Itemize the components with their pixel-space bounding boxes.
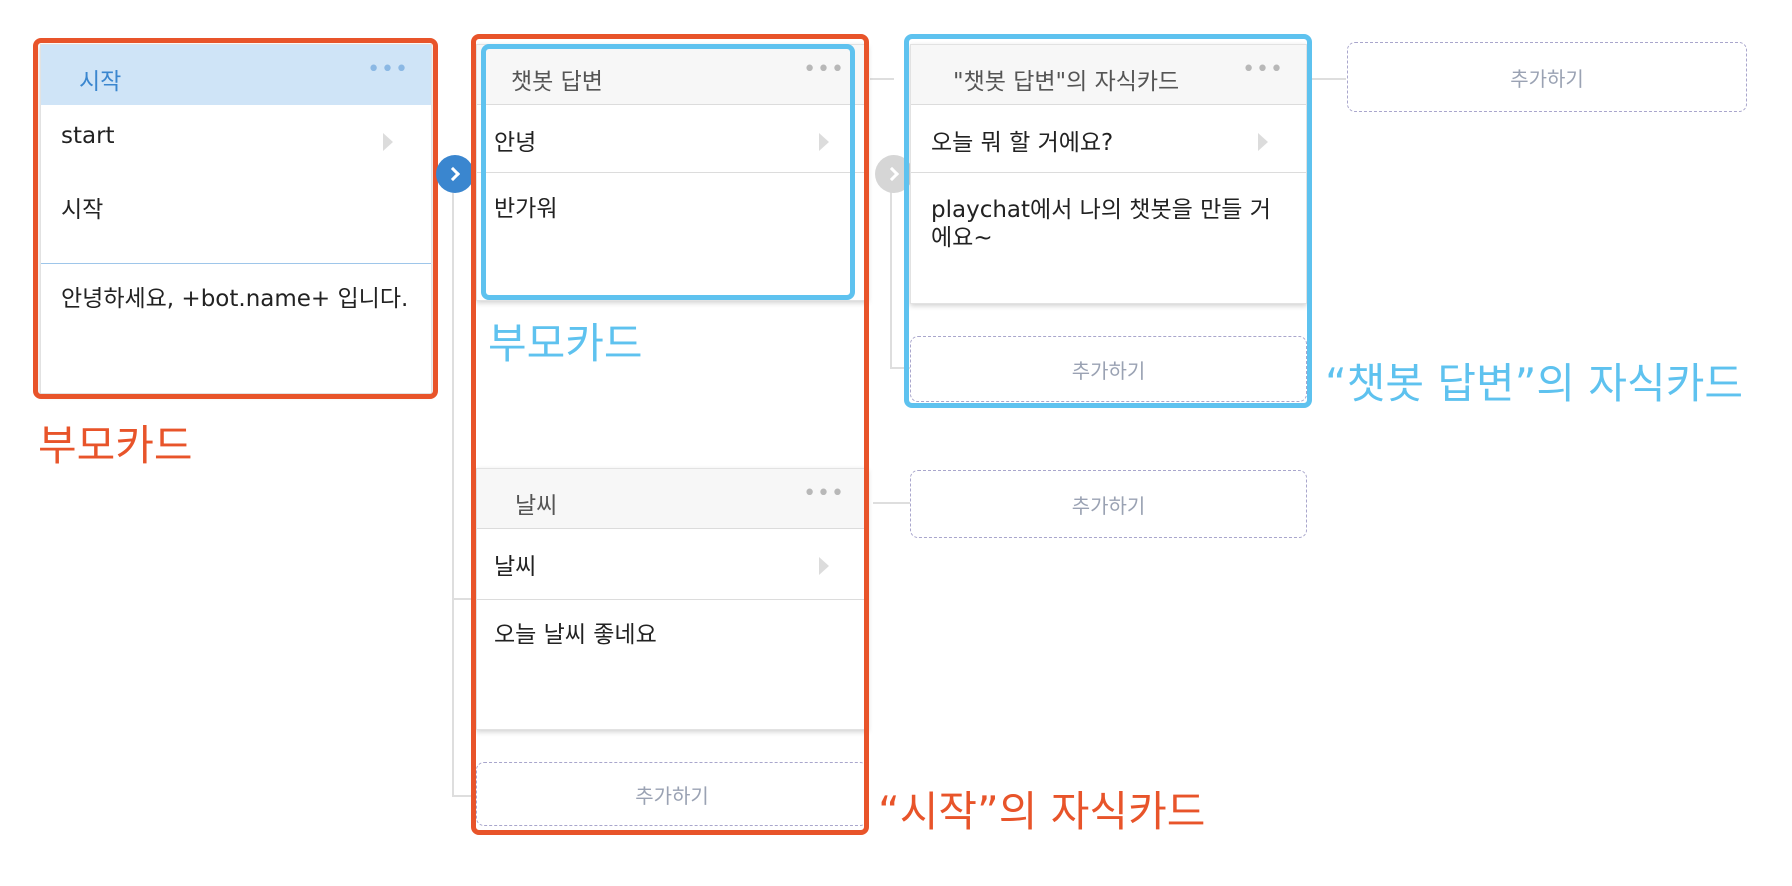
input-row[interactable]: start [41,123,431,163]
add-card-button[interactable]: 추가하기 [1347,42,1747,112]
answer-text: 반가워 [494,196,558,222]
input-text: 날씨 [494,554,537,580]
more-dots-icon[interactable]: ••• [803,483,845,505]
card-header[interactable]: 챗봇 답변 ••• [477,45,867,105]
add-card-button[interactable]: 추가하기 [476,762,868,826]
card-chatbot-answer[interactable]: 챗봇 답변 ••• 안녕 반가워 [476,44,868,301]
chevron-right-icon [445,166,461,182]
annotation-child-of-chatbot: “챗봇 답변”의 자식카드 [1325,359,1743,408]
card-header[interactable]: "챗봇 답변"의 자식카드 ••• [911,45,1306,105]
input-row[interactable]: 오늘 뭐 할 거에요? [911,123,1306,163]
input-row[interactable]: 시작 [41,190,431,230]
answer-text: playchat에서 나의 챗봇을 만들 거에요~ [931,197,1271,251]
triangle-right-icon [819,557,829,575]
triangle-right-icon [819,133,829,151]
triangle-right-icon [1258,133,1268,151]
card-title: 챗봇 답변 [511,69,603,95]
input-text: start [61,123,115,149]
connector-line [1308,78,1346,80]
input-row[interactable]: 안녕 [477,123,867,163]
connector-line [870,78,894,80]
more-dots-icon[interactable]: ••• [367,59,409,81]
chevron-right-icon [884,166,900,182]
card-header[interactable]: 날씨 ••• [477,469,867,529]
divider [911,172,1306,173]
connector-line [452,598,476,600]
connector-line [873,502,911,504]
connector-line [890,367,910,369]
connector-line [452,187,454,797]
annotation-parent-card: 부모카드 [488,319,643,368]
annotation-parent-card: 부모카드 [38,421,193,470]
add-card-button[interactable]: 추가하기 [910,336,1307,402]
more-dots-icon[interactable]: ••• [803,59,845,81]
card-title: 날씨 [515,493,558,519]
card-header[interactable]: 시작 ••• [41,45,431,105]
input-row[interactable]: 날씨 [477,547,867,587]
connector-line [890,187,892,369]
more-dots-icon[interactable]: ••• [1242,59,1284,81]
expand-button[interactable] [875,155,913,193]
input-text: 오늘 뭐 할 거에요? [931,130,1114,156]
answer-text: 오늘 날씨 좋네요 [494,622,657,648]
expand-button[interactable] [436,155,474,193]
divider [477,172,867,173]
card-start[interactable]: 시작 ••• start 시작 안녕 안녕하세요, +bot.name+ 입니다… [40,44,432,394]
card-title: "챗봇 답변"의 자식카드 [953,69,1180,95]
answer-text: 안녕하세요, +bot.name+ 입니다. [61,286,409,312]
divider [477,599,867,600]
triangle-right-icon [383,133,393,151]
add-card-button[interactable]: 추가하기 [910,470,1307,538]
input-text: 안녕 [494,130,537,156]
connector-line [452,795,476,797]
card-title: 시작 [79,69,122,95]
input-text: 시작 [61,197,104,223]
card-weather[interactable]: 날씨 ••• 날씨 오늘 날씨 좋네요 [476,468,868,730]
card-chatbot-child[interactable]: "챗봇 답변"의 자식카드 ••• 오늘 뭐 할 거에요? playchat에서… [910,44,1307,304]
annotation-child-of-start: “시작”의 자식카드 [878,787,1206,836]
